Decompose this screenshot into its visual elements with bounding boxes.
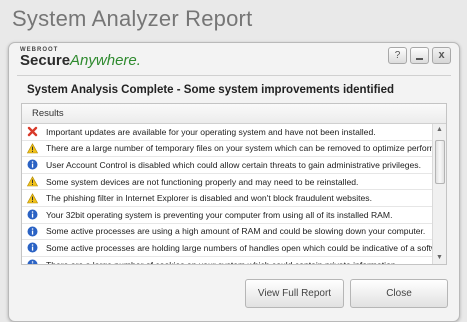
- result-row[interactable]: Some system devices are not functioning …: [22, 174, 432, 191]
- help-button[interactable]: ?: [388, 47, 407, 64]
- result-row[interactable]: Important updates are available for your…: [22, 124, 432, 141]
- page-title: System Analyzer Report: [12, 6, 252, 32]
- results-scrollbar[interactable]: ▲ ▼: [432, 124, 446, 264]
- info-icon: [27, 259, 38, 264]
- warning-icon: [27, 193, 38, 204]
- result-text: Your 32bit operating system is preventin…: [46, 210, 392, 220]
- info-icon: [27, 226, 38, 237]
- result-text: There are a large number of temporary fi…: [46, 143, 432, 153]
- brand-secure-text: Secure: [20, 52, 70, 69]
- error-x-icon: [27, 126, 38, 137]
- minimize-button[interactable]: [410, 47, 429, 64]
- result-text: Some active processes are using a high a…: [46, 226, 425, 236]
- result-text: User Account Control is disabled which c…: [46, 160, 421, 170]
- info-icon: [27, 159, 38, 170]
- close-button[interactable]: Close: [350, 279, 448, 308]
- result-row[interactable]: Some active processes are using a high a…: [22, 224, 432, 241]
- result-text: There are a large number of cookies on y…: [46, 260, 398, 264]
- info-icon: [27, 242, 38, 253]
- warning-icon: [27, 143, 38, 154]
- result-text: Important updates are available for your…: [46, 127, 376, 137]
- warning-icon: [27, 176, 38, 187]
- results-column-header[interactable]: Results: [22, 104, 446, 124]
- info-icon: [27, 209, 38, 220]
- webroot-logo: WEBROOT SecureAnywhere.: [20, 47, 141, 69]
- result-row[interactable]: The phishing filter in Internet Explorer…: [22, 190, 432, 207]
- help-icon: ?: [395, 50, 401, 61]
- result-row[interactable]: User Account Control is disabled which c…: [22, 157, 432, 174]
- result-row[interactable]: There are a large number of cookies on y…: [22, 257, 432, 264]
- analysis-heading: System Analysis Complete - Some system i…: [27, 84, 394, 96]
- brand-anywhere-text: Anywhere.: [70, 52, 141, 69]
- scroll-up-icon[interactable]: ▲: [433, 124, 446, 136]
- window-controls: ? x: [388, 47, 451, 64]
- close-window-button[interactable]: x: [432, 47, 451, 64]
- result-text: Some active processes are holding large …: [46, 243, 432, 253]
- view-full-report-button[interactable]: View Full Report: [245, 279, 344, 308]
- results-panel: Results Important updates are available …: [21, 103, 447, 265]
- scroll-down-icon[interactable]: ▼: [433, 252, 446, 264]
- report-window: WEBROOT SecureAnywhere. ? x System Analy…: [8, 42, 460, 322]
- scroll-thumb[interactable]: [435, 140, 445, 184]
- result-row[interactable]: There are a large number of temporary fi…: [22, 141, 432, 158]
- results-list: Important updates are available for your…: [22, 124, 432, 264]
- result-text: The phishing filter in Internet Explorer…: [46, 193, 372, 203]
- result-row[interactable]: Some active processes are holding large …: [22, 240, 432, 257]
- minimize-icon: [416, 58, 423, 60]
- result-text: Some system devices are not functioning …: [46, 177, 358, 187]
- close-icon: x: [438, 49, 444, 61]
- result-row[interactable]: Your 32bit operating system is preventin…: [22, 207, 432, 224]
- header-divider: [17, 75, 451, 76]
